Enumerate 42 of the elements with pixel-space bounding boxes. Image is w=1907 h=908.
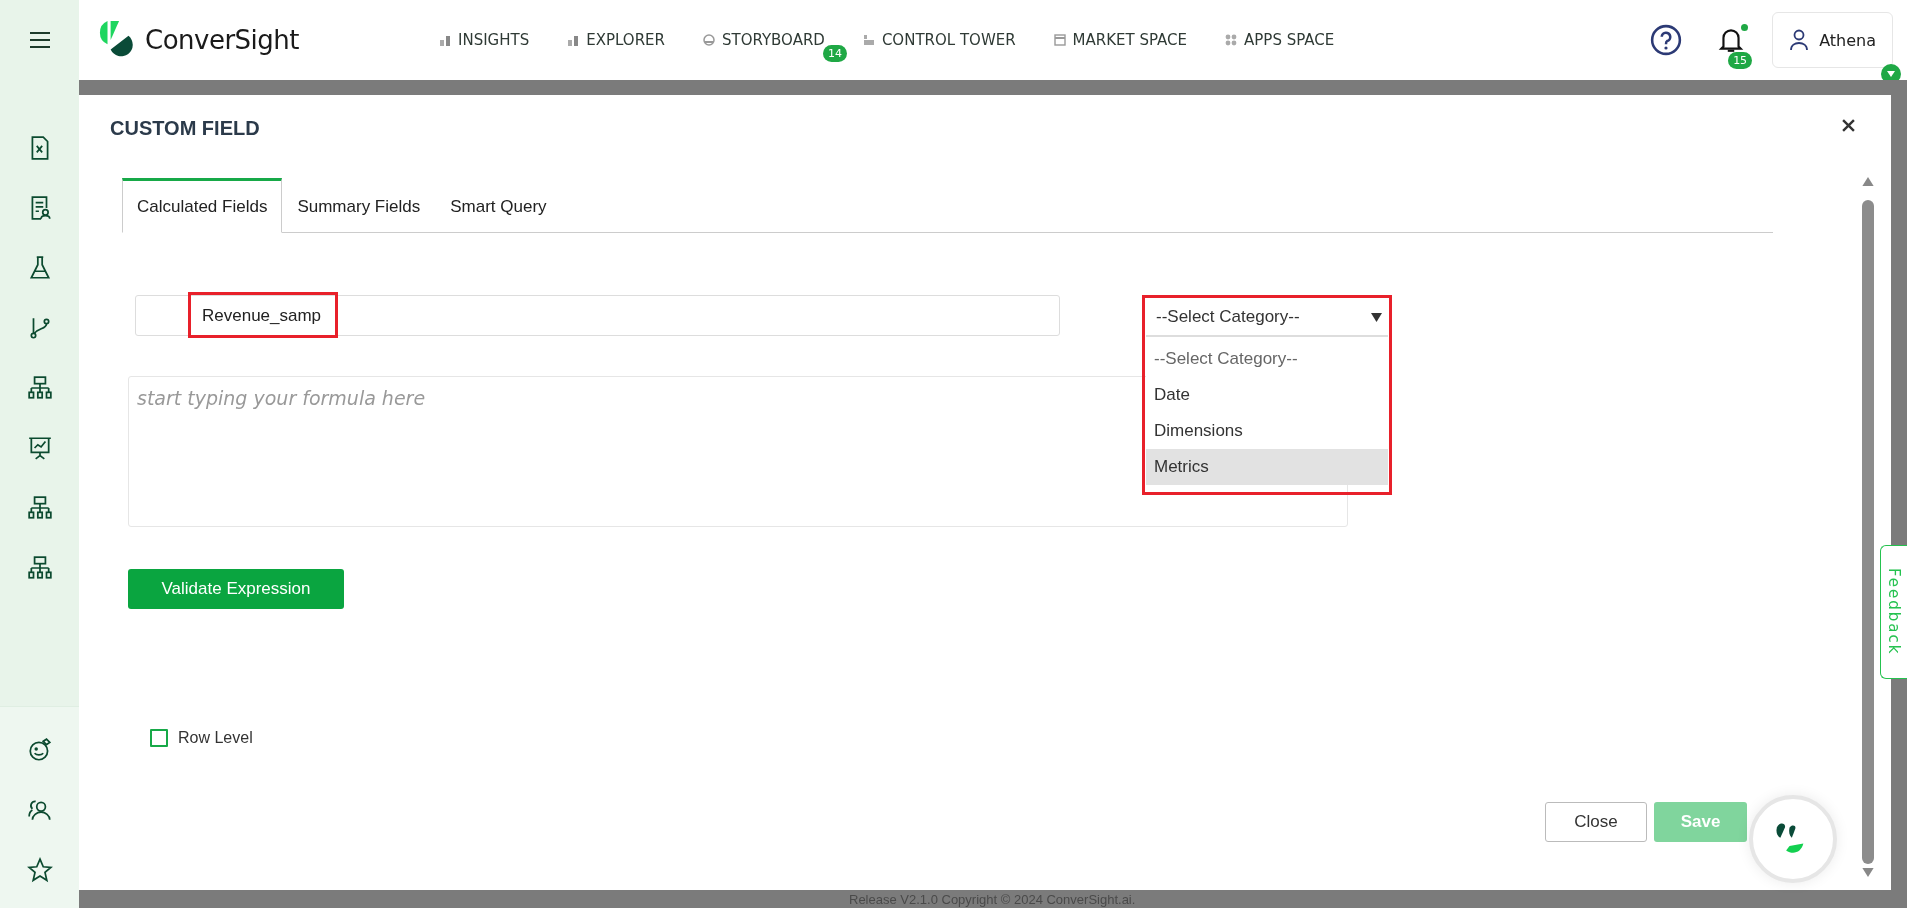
dropdown-option[interactable]: Metrics bbox=[1146, 449, 1388, 485]
user-icon bbox=[1789, 29, 1810, 51]
bell-icon[interactable] bbox=[1718, 26, 1745, 54]
hierarchy-icon[interactable] bbox=[26, 555, 53, 581]
logo-text: ConverSight bbox=[145, 25, 300, 55]
scroll-up-arrow-icon[interactable] bbox=[1862, 177, 1874, 186]
scrollbar[interactable] bbox=[1860, 177, 1876, 877]
smiley-icon[interactable] bbox=[26, 737, 53, 763]
row-level-checkbox[interactable] bbox=[150, 729, 168, 747]
tab[interactable]: Calculated Fields bbox=[122, 178, 283, 233]
nav-link[interactable]: STORYBOARD bbox=[702, 31, 825, 49]
count-badge: 14 bbox=[822, 45, 847, 62]
count-badge: 15 bbox=[1728, 52, 1753, 69]
nav-link[interactable]: APPS SPACE bbox=[1225, 31, 1335, 49]
tower-icon bbox=[862, 34, 875, 46]
nav-link[interactable]: CONTROL TOWER bbox=[862, 31, 1016, 49]
presentation-icon[interactable] bbox=[26, 435, 53, 461]
hierarchy-icon[interactable] bbox=[26, 375, 53, 401]
store-icon bbox=[1053, 34, 1066, 46]
bar-chart-icon bbox=[567, 34, 580, 46]
checkbox-label: Row Level bbox=[178, 729, 253, 747]
nav-link[interactable]: MARKET SPACE bbox=[1053, 31, 1188, 49]
nav-link[interactable]: INSIGHTS bbox=[439, 31, 530, 49]
scroll-down-arrow-icon[interactable] bbox=[1862, 868, 1874, 877]
users-icon[interactable] bbox=[26, 797, 53, 823]
tab[interactable]: Summary Fields bbox=[282, 178, 436, 233]
close-icon[interactable] bbox=[1842, 119, 1855, 132]
close-button[interactable]: Close bbox=[1545, 802, 1647, 842]
star-icon[interactable] bbox=[26, 857, 53, 883]
caret-icon bbox=[1371, 312, 1382, 322]
gauge-icon bbox=[702, 34, 715, 46]
user-menu-button[interactable]: Athena bbox=[1772, 12, 1893, 68]
field-name-input[interactable]: Revenue_samp bbox=[135, 295, 1060, 336]
help-icon[interactable] bbox=[1650, 24, 1683, 56]
dialog-title: CUSTOM FIELD bbox=[110, 117, 260, 141]
bar-chart-icon bbox=[439, 34, 452, 46]
hierarchy-icon[interactable] bbox=[26, 495, 53, 521]
menu-icon[interactable] bbox=[28, 31, 51, 49]
apps-icon bbox=[1225, 34, 1238, 46]
nav-link[interactable]: EXPLORER bbox=[567, 31, 665, 49]
tab[interactable]: Smart Query bbox=[435, 178, 562, 233]
dropdown-option[interactable]: --Select Category-- bbox=[1146, 341, 1388, 377]
